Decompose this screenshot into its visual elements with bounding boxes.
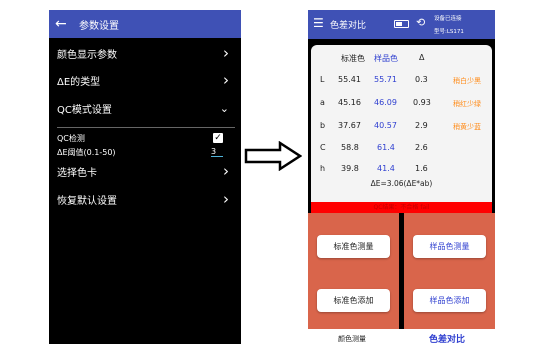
sample-value: 46.09: [374, 98, 397, 107]
header-sample: 样品色: [374, 54, 398, 63]
arrow-left-icon[interactable]: ←: [55, 16, 73, 32]
standard-add-button[interactable]: 标准色添加: [317, 289, 390, 312]
standard-value: 37.67: [338, 121, 361, 130]
standard-value: 58.8: [341, 143, 359, 152]
setting-label: QC模式设置: [57, 104, 112, 116]
standard-value: 55.41: [338, 75, 361, 84]
sample-add-button[interactable]: 样品色添加: [413, 289, 486, 312]
delta-value: 1.6: [415, 164, 428, 173]
divider: [57, 127, 235, 128]
setting-label: 恢复默认设置: [57, 195, 117, 207]
sample-value: 40.57: [374, 121, 397, 130]
standard-panel: 标准色测量 标准色添加: [308, 213, 399, 329]
standard-value: 39.8: [341, 164, 359, 173]
setting-label: 颜色显示参数: [57, 49, 117, 61]
delta-value: 0.93: [413, 98, 431, 107]
page-title: 参数设置: [79, 20, 119, 32]
settings-screen: ← 参数设置 颜色显示参数 › ΔE的类型 › QC模式设置 ⌄ QC检测 ✓ …: [49, 10, 241, 344]
chevron-right-icon: ›: [223, 161, 229, 180]
sample-measure-button[interactable]: 样品色测量: [413, 235, 486, 258]
chevron-right-icon: ›: [223, 70, 229, 89]
qc-fail-banner: QC结果：不合格 fail: [311, 202, 492, 213]
qc-check-label: QC检测: [57, 133, 85, 143]
arrow-right-icon: [244, 141, 302, 171]
delta-e-result: ΔE=3.06(ΔE*ab): [370, 179, 433, 188]
connection-status: 设备已连接: [434, 16, 462, 22]
device-model: 型号:LS171: [434, 29, 464, 35]
sample-value: 41.4: [377, 164, 395, 173]
sample-panel: 样品色测量 样品色添加: [404, 213, 495, 329]
sample-value: 61.4: [377, 143, 395, 152]
bottom-nav: 颜色测量 色差对比: [308, 329, 495, 344]
threshold-label: ΔE阈值(0.1-50): [57, 147, 116, 157]
qc-check-row[interactable]: QC检测 ✓: [57, 131, 223, 145]
deviation-note: 稍黄少蓝: [453, 123, 481, 131]
row-label: L: [320, 75, 325, 84]
row-label: b: [320, 121, 326, 130]
compare-app-bar: ☰ 色差对比 ⟲ 设备已连接 型号:LS171: [308, 10, 495, 39]
setting-label: ΔE的类型: [57, 76, 101, 88]
standard-measure-button[interactable]: 标准色测量: [317, 235, 390, 258]
chevron-down-icon: ⌄: [219, 101, 229, 115]
delta-value: 2.6: [415, 143, 428, 152]
delta-value: 0.3: [415, 75, 428, 84]
row-label: a: [320, 98, 325, 107]
row-label: C: [320, 143, 326, 152]
deviation-note: 稍白少黑: [453, 77, 481, 85]
tab-color-compare[interactable]: 色差对比: [429, 332, 465, 344]
setting-qc-mode[interactable]: QC模式设置 ⌄: [57, 97, 229, 119]
settings-app-bar: ← 参数设置: [49, 10, 241, 38]
page-title: 色差对比: [330, 21, 367, 31]
header-standard: 标准色: [341, 54, 365, 63]
chevron-right-icon: ›: [223, 43, 229, 62]
threshold-input[interactable]: 3: [211, 147, 223, 157]
color-compare-screen: ☰ 色差对比 ⟲ 设备已连接 型号:LS171 标准色 样品色 Δ L 55.4…: [308, 10, 495, 344]
header-delta: Δ: [419, 53, 425, 62]
history-icon[interactable]: ⟲: [416, 16, 425, 29]
setting-label: 选择色卡: [57, 167, 97, 179]
tab-color-measure[interactable]: 颜色测量: [338, 334, 366, 344]
delta-value: 2.9: [415, 121, 428, 130]
measurement-table: 标准色 样品色 Δ L 55.41 55.71 0.3 稍白少黑 a 45.16…: [311, 45, 492, 205]
setting-restore-defaults[interactable]: 恢复默认设置 ›: [57, 188, 229, 210]
qc-checkbox[interactable]: ✓: [213, 133, 223, 143]
setting-select-card[interactable]: 选择色卡 ›: [57, 160, 229, 182]
chevron-right-icon: ›: [223, 189, 229, 208]
threshold-row: ΔE阈值(0.1-50) 3: [57, 145, 223, 159]
setting-delta-e-type[interactable]: ΔE的类型 ›: [57, 69, 229, 91]
standard-value: 45.16: [338, 98, 361, 107]
setting-color-display[interactable]: 颜色显示参数 ›: [57, 42, 229, 64]
menu-icon[interactable]: ☰: [313, 16, 324, 30]
deviation-note: 稍红少绿: [453, 100, 481, 108]
row-label: h: [320, 164, 326, 173]
sample-value: 55.71: [374, 75, 397, 84]
qc-result-text: QC结果：不合格 fail: [373, 204, 430, 211]
battery-icon: [394, 20, 409, 28]
